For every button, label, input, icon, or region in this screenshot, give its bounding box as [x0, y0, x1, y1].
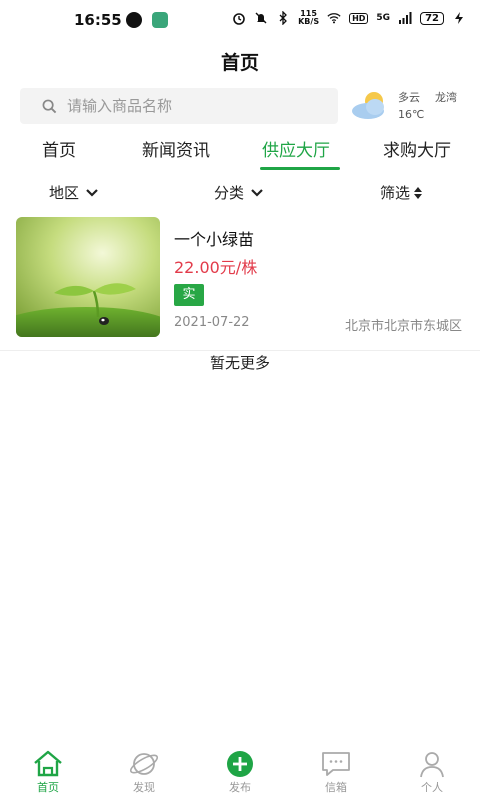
tab-supply-hall[interactable]: 供应大厅	[262, 136, 330, 161]
person-icon	[420, 752, 444, 778]
nav-discover-label: 发现	[133, 781, 155, 794]
nav-publish-label: 发布	[229, 781, 251, 794]
bottom-nav: 首页 发现 发布 信箱 个人	[0, 744, 480, 800]
nav-profile[interactable]: 个人	[402, 750, 462, 795]
shield-icon	[152, 12, 168, 28]
chevron-down-icon	[251, 188, 263, 197]
search-input[interactable]	[67, 97, 327, 115]
status-icons: 115 KB/S HD 5G 72	[232, 10, 466, 26]
app-notification-icon	[126, 12, 142, 28]
product-price: 22.00元/株	[174, 258, 258, 277]
list-item[interactable]: 一个小绿苗 22.00元/株 实 2021-07-22 北京市北京市东城区	[0, 214, 480, 351]
filter-region[interactable]: 地区	[49, 182, 99, 203]
filter-sort[interactable]: 筛选	[380, 182, 423, 203]
home-icon	[34, 750, 62, 777]
verified-badge: 实	[174, 284, 204, 306]
weather-city: 龙湾	[435, 91, 457, 104]
divider	[0, 350, 480, 351]
weather-widget[interactable]: 多云 龙湾 16℃	[350, 86, 480, 126]
alarm-icon	[233, 13, 245, 25]
search-bar[interactable]	[20, 88, 338, 124]
status-time: 16:55	[74, 11, 122, 29]
filter-category[interactable]: 分类	[214, 182, 264, 203]
plus-circle-icon	[227, 751, 253, 777]
mute-icon	[255, 12, 267, 24]
filter-region-label: 地区	[49, 184, 80, 202]
filter-category-label: 分类	[214, 184, 245, 202]
tab-active-indicator	[260, 167, 340, 170]
wifi-icon	[327, 13, 341, 24]
message-icon	[322, 752, 350, 776]
filter-sort-label: 筛选	[380, 184, 411, 202]
cloudy-weather-icon	[352, 92, 384, 119]
bluetooth-icon	[279, 11, 288, 25]
page-title: 首页	[220, 52, 259, 74]
nav-profile-label: 个人	[421, 781, 443, 794]
chevron-down-icon	[86, 188, 98, 197]
nav-publish[interactable]: 发布	[210, 750, 270, 795]
tab-purchase-hall[interactable]: 求购大厅	[383, 136, 451, 161]
nav-mailbox[interactable]: 信箱	[306, 750, 366, 795]
hd-badge: HD	[349, 12, 369, 24]
sort-icon	[414, 186, 423, 199]
search-icon	[42, 99, 57, 113]
signal-label: 5G	[376, 13, 391, 23]
charging-icon	[455, 12, 463, 24]
net-speed: 115 KB/S	[298, 9, 320, 26]
weather-condition: 多云	[398, 91, 420, 104]
status-bar: 16:55 115 KB/S HD 5G 72	[0, 0, 480, 40]
nav-mailbox-label: 信箱	[325, 781, 347, 794]
signal-icon	[399, 12, 412, 24]
tab-bar: 首页 新闻资讯 供应大厅 求购大厅	[0, 132, 480, 172]
battery-indicator: 72	[420, 11, 444, 25]
nav-home-label: 首页	[37, 781, 59, 794]
product-location: 北京市北京市东城区	[344, 319, 462, 334]
tab-home[interactable]: 首页	[42, 136, 76, 161]
filter-bar: 地区 分类 筛选	[0, 178, 480, 208]
product-name: 一个小绿苗	[174, 230, 255, 249]
nav-discover[interactable]: 发现	[114, 750, 174, 795]
list-end-text: 暂无更多	[209, 354, 270, 372]
product-image	[16, 217, 160, 337]
nav-home[interactable]: 首页	[18, 750, 78, 795]
planet-icon	[129, 753, 159, 775]
product-date: 2021-07-22	[174, 315, 250, 330]
tab-news[interactable]: 新闻资讯	[142, 136, 210, 161]
weather-temperature: 16℃	[398, 108, 425, 121]
